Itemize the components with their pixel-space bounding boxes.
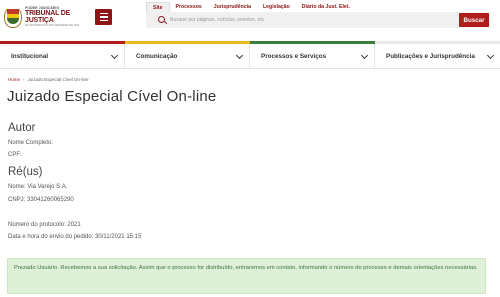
chevron-down-icon xyxy=(110,51,119,60)
chevron-down-icon xyxy=(486,51,495,60)
nav-label: Comunicação xyxy=(136,53,178,60)
tab-jurisprudencia[interactable]: Jurisprudência xyxy=(208,2,257,12)
nav-label: Publicações e Jurisprudência xyxy=(386,53,475,60)
autor-cpf-field: CPF: xyxy=(8,152,22,158)
breadcrumb-home-link[interactable]: Home xyxy=(8,77,20,82)
tab-diario[interactable]: Diário da Just. Elet. xyxy=(296,2,356,12)
success-alert: Prezado Usuário. Recebemos a sua solicit… xyxy=(7,258,486,294)
protocolo-numero: Número do protocolo: 2021 xyxy=(8,222,81,228)
coat-of-arms-icon xyxy=(4,6,22,28)
nav-label: Processos e Serviços xyxy=(261,53,327,60)
protocolo-data: Data e hora do envio do pedido: 30/11/20… xyxy=(8,234,142,240)
reus-nome-field: Nome: Via Varejo S.A. xyxy=(8,184,68,190)
breadcrumb-separator: › xyxy=(23,77,25,82)
nav-processos-servicos[interactable]: Processos e Serviços xyxy=(250,44,375,69)
chevron-down-icon xyxy=(360,51,369,60)
reus-cnpj-field: CNPJ: 33041260065290 xyxy=(8,197,74,203)
hamburger-menu-button[interactable] xyxy=(95,9,112,25)
nav-label: Institucional xyxy=(11,53,49,60)
search-bar: Buscar xyxy=(146,12,490,28)
breadcrumb: Home › Juizado Especial Cível On-line xyxy=(8,77,89,82)
hamburger-icon xyxy=(99,12,108,15)
nav-institucional[interactable]: Institucional xyxy=(0,44,125,69)
tab-processos[interactable]: Processos xyxy=(170,2,208,12)
autor-heading: Autor xyxy=(8,122,36,134)
tab-site[interactable]: Site xyxy=(146,2,170,12)
reus-heading: Ré(us) xyxy=(8,166,43,178)
breadcrumb-current: Juizado Especial Cível On-line xyxy=(27,77,89,82)
page-title: Juizado Especial Cível On-line xyxy=(7,88,217,105)
tab-legislacao[interactable]: Legislação xyxy=(257,2,296,12)
autor-nome-field: Nome Completo: xyxy=(8,140,54,146)
nav-comunicacao[interactable]: Comunicação xyxy=(125,44,250,69)
nav-publicacoes-jurisprudencia[interactable]: Publicações e Jurisprudência xyxy=(375,44,500,69)
search-tabs: Site Processos Jurisprudência Legislação… xyxy=(146,2,356,12)
alert-text: Prezado Usuário. Recebemos a sua solicit… xyxy=(14,265,478,271)
main-nav: Institucional Comunicação Processos e Se… xyxy=(0,44,500,69)
logo-sub-text: DO ESTADO DO RIO GRANDE DO SUL xyxy=(25,23,80,28)
logo-main-text: TRIBUNAL DE JUSTIÇA xyxy=(25,10,71,25)
site-header: PODER JUDICIÁRIO TRIBUNAL DE JUSTIÇA DO … xyxy=(0,0,500,40)
chevron-down-icon xyxy=(235,51,244,60)
search-icon xyxy=(158,16,165,23)
search-area: Site Processos Jurisprudência Legislação… xyxy=(146,0,500,40)
search-input[interactable] xyxy=(170,15,420,25)
tjrs-logo[interactable]: PODER JUDICIÁRIO TRIBUNAL DE JUSTIÇA DO … xyxy=(4,3,92,31)
search-button[interactable]: Buscar xyxy=(459,13,489,27)
